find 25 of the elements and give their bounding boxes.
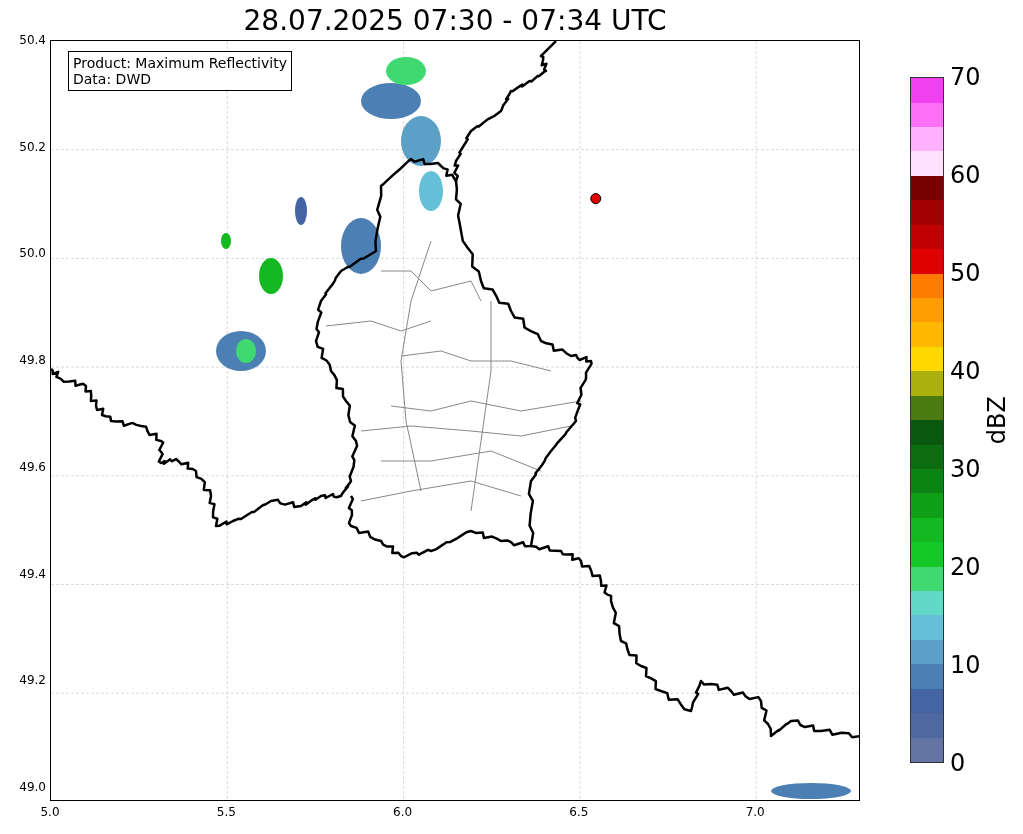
latitude-tick-label: 50.0 [19, 246, 46, 261]
longitude-tick-label: 7.0 [745, 805, 765, 819]
longitude-tick-label: 6.5 [569, 805, 589, 819]
colorbar-tick-label: 30 [950, 456, 981, 482]
latitude-tick-label: 49.8 [19, 353, 46, 368]
chart-title: 28.07.2025 07:30 - 07:34 UTC [243, 3, 667, 37]
latitude-tick-label: 49.2 [19, 673, 46, 688]
colorbar-tick-label: 40 [950, 358, 981, 384]
latitude-tick-label: 49.4 [19, 566, 46, 581]
latitude-tick-label: 49.6 [19, 459, 46, 474]
latitude-tick-label: 49.0 [19, 779, 46, 794]
colorbar-tick-label: 0 [950, 750, 967, 776]
longitude-tick-label: 5.5 [216, 805, 236, 819]
colorbar-tick-label: 70 [950, 64, 981, 90]
latitude-tick-label: 50.4 [19, 33, 46, 47]
colorbar-tick-label: 50 [950, 260, 981, 286]
colorbar-tick-label: 20 [950, 554, 981, 580]
longitude-tick-label: 5.0 [40, 805, 60, 819]
colorbar-tick-label: 60 [950, 162, 981, 188]
longitude-tick-label: 6.0 [393, 805, 413, 819]
latitude-tick-label: 50.2 [19, 139, 46, 154]
legend-text: Product: Maximum Reflectivity [73, 55, 287, 71]
colorbar-tick-label: 10 [950, 652, 981, 678]
legend-text: Data: DWD [73, 71, 152, 87]
colorbar-label: dBZ [982, 395, 1011, 445]
